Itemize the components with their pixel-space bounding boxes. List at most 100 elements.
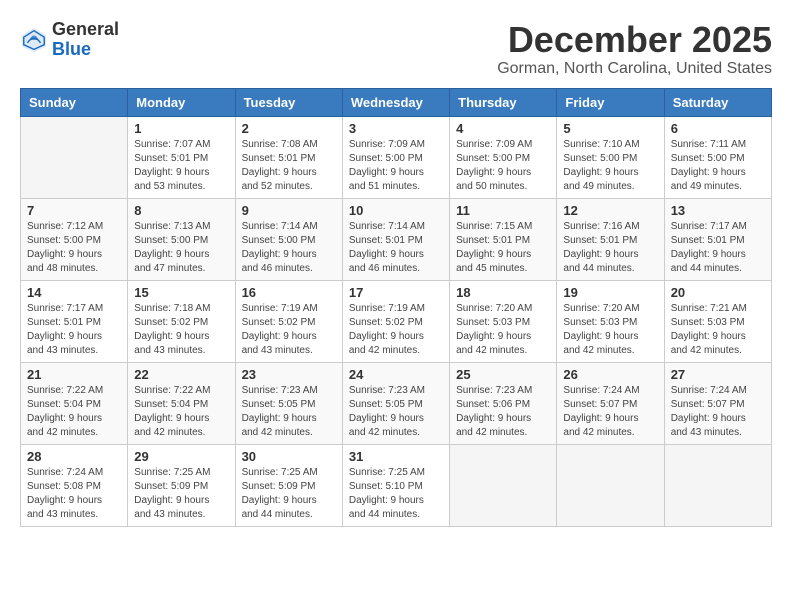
day-info: Sunrise: 7:24 AM Sunset: 5:08 PM Dayligh… [27, 466, 121, 522]
day-cell-25: 25 Sunrise: 7:23 AM Sunset: 5:06 PM Dayli… [450, 362, 557, 444]
week-row-3: 14Sunrise: 7:17 AM Sunset: 5:01 PM Dayli… [21, 280, 772, 362]
logo-blue: Blue [52, 40, 119, 60]
day-cell-30: 30 Sunrise: 7:25 AM Sunset: 5:09 PM Dayli… [235, 444, 342, 526]
empty-cell [21, 116, 128, 198]
day-cell-10: 10Sunrise: 7:14 AM Sunset: 5:01 PM Dayli… [342, 198, 449, 280]
day-cell-1: 1Sunrise: 7:07 AM Sunset: 5:01 PM Daylig… [128, 116, 235, 198]
day-info: Sunrise: 7:23 AM Sunset: 5:05 PM Dayligh… [242, 384, 336, 440]
day-cell-3: 3 Sunrise: 7:09 AM Sunset: 5:00 PM Daylig… [342, 116, 449, 198]
day-cell-19: 19 Sunrise: 7:20 AM Sunset: 5:03 PM Dayli… [557, 280, 664, 362]
day-info: Sunrise: 7:15 AM Sunset: 5:01 PM Dayligh… [456, 220, 550, 276]
day-info: Sunrise: 7:25 AM Sunset: 5:09 PM Dayligh… [242, 466, 336, 522]
day-info: Sunrise: 7:24 AM Sunset: 5:07 PM Dayligh… [671, 384, 765, 440]
day-number: 16 [242, 285, 336, 300]
day-number: 13 [671, 203, 765, 218]
day-number: 25 [456, 367, 550, 382]
day-cell-17: 17 Sunrise: 7:19 AM Sunset: 5:02 PM Dayli… [342, 280, 449, 362]
day-info: Sunrise: 7:08 AM Sunset: 5:01 PM Dayligh… [242, 138, 336, 194]
day-number: 30 [242, 449, 336, 464]
day-cell-22: 22 Sunrise: 7:22 AM Sunset: 5:04 PM Dayli… [128, 362, 235, 444]
day-info: Sunrise: 7:24 AM Sunset: 5:07 PM Dayligh… [563, 384, 657, 440]
day-info: Sunrise: 7:20 AM Sunset: 5:03 PM Dayligh… [456, 302, 550, 358]
title-block: December 2025 Gorman, North Carolina, Un… [497, 20, 772, 78]
logo-text: General Blue [52, 20, 119, 60]
week-row-1: 1Sunrise: 7:07 AM Sunset: 5:01 PM Daylig… [21, 116, 772, 198]
day-info: Sunrise: 7:09 AM Sunset: 5:00 PM Dayligh… [456, 138, 550, 194]
day-info: Sunrise: 7:22 AM Sunset: 5:04 PM Dayligh… [27, 384, 121, 440]
weekday-header-row: SundayMondayTuesdayWednesdayThursdayFrid… [21, 88, 772, 116]
day-number: 15 [134, 285, 228, 300]
day-number: 28 [27, 449, 121, 464]
day-number: 2 [242, 121, 336, 136]
day-cell-4: 4 Sunrise: 7:09 AM Sunset: 5:00 PM Daylig… [450, 116, 557, 198]
weekday-header-sunday: Sunday [21, 88, 128, 116]
day-info: Sunrise: 7:23 AM Sunset: 5:06 PM Dayligh… [456, 384, 550, 440]
day-cell-14: 14Sunrise: 7:17 AM Sunset: 5:01 PM Dayli… [21, 280, 128, 362]
day-info: Sunrise: 7:09 AM Sunset: 5:00 PM Dayligh… [349, 138, 443, 194]
day-info: Sunrise: 7:25 AM Sunset: 5:09 PM Dayligh… [134, 466, 228, 522]
day-cell-18: 18Sunrise: 7:20 AM Sunset: 5:03 PM Dayli… [450, 280, 557, 362]
weekday-header-monday: Monday [128, 88, 235, 116]
day-cell-29: 29 Sunrise: 7:25 AM Sunset: 5:09 PM Dayli… [128, 444, 235, 526]
day-number: 19 [563, 285, 657, 300]
day-cell-28: 28 Sunrise: 7:24 AM Sunset: 5:08 PM Dayli… [21, 444, 128, 526]
day-number: 22 [134, 367, 228, 382]
day-info: Sunrise: 7:22 AM Sunset: 5:04 PM Dayligh… [134, 384, 228, 440]
day-number: 6 [671, 121, 765, 136]
day-cell-27: 27Sunrise: 7:24 AM Sunset: 5:07 PM Dayli… [664, 362, 771, 444]
weekday-header-wednesday: Wednesday [342, 88, 449, 116]
day-number: 10 [349, 203, 443, 218]
day-cell-8: 8Sunrise: 7:13 AM Sunset: 5:00 PM Daylig… [128, 198, 235, 280]
day-info: Sunrise: 7:17 AM Sunset: 5:01 PM Dayligh… [27, 302, 121, 358]
day-cell-7: 7 Sunrise: 7:12 AM Sunset: 5:00 PM Daylig… [21, 198, 128, 280]
month-title: December 2025 [497, 20, 772, 60]
weekday-header-saturday: Saturday [664, 88, 771, 116]
day-cell-26: 26 Sunrise: 7:24 AM Sunset: 5:07 PM Dayli… [557, 362, 664, 444]
day-info: Sunrise: 7:12 AM Sunset: 5:00 PM Dayligh… [27, 220, 121, 276]
day-number: 21 [27, 367, 121, 382]
day-cell-2: 2 Sunrise: 7:08 AM Sunset: 5:01 PM Daylig… [235, 116, 342, 198]
week-row-5: 28 Sunrise: 7:24 AM Sunset: 5:08 PM Dayli… [21, 444, 772, 526]
day-number: 9 [242, 203, 336, 218]
day-number: 17 [349, 285, 443, 300]
day-cell-21: 21 Sunrise: 7:22 AM Sunset: 5:04 PM Dayli… [21, 362, 128, 444]
day-number: 12 [563, 203, 657, 218]
logo: General Blue [20, 20, 119, 60]
day-number: 7 [27, 203, 121, 218]
empty-cell [557, 444, 664, 526]
day-number: 1 [134, 121, 228, 136]
day-number: 3 [349, 121, 443, 136]
day-cell-15: 15 Sunrise: 7:18 AM Sunset: 5:02 PM Dayli… [128, 280, 235, 362]
day-cell-23: 23Sunrise: 7:23 AM Sunset: 5:05 PM Dayli… [235, 362, 342, 444]
day-info: Sunrise: 7:11 AM Sunset: 5:00 PM Dayligh… [671, 138, 765, 194]
day-cell-24: 24Sunrise: 7:23 AM Sunset: 5:05 PM Dayli… [342, 362, 449, 444]
week-row-4: 21 Sunrise: 7:22 AM Sunset: 5:04 PM Dayli… [21, 362, 772, 444]
day-cell-20: 20Sunrise: 7:21 AM Sunset: 5:03 PM Dayli… [664, 280, 771, 362]
weekday-header-tuesday: Tuesday [235, 88, 342, 116]
day-number: 29 [134, 449, 228, 464]
week-row-2: 7 Sunrise: 7:12 AM Sunset: 5:00 PM Daylig… [21, 198, 772, 280]
day-cell-11: 11 Sunrise: 7:15 AM Sunset: 5:01 PM Dayli… [450, 198, 557, 280]
day-cell-12: 12 Sunrise: 7:16 AM Sunset: 5:01 PM Dayli… [557, 198, 664, 280]
day-info: Sunrise: 7:14 AM Sunset: 5:00 PM Dayligh… [242, 220, 336, 276]
day-cell-5: 5 Sunrise: 7:10 AM Sunset: 5:00 PM Daylig… [557, 116, 664, 198]
day-number: 8 [134, 203, 228, 218]
weekday-header-friday: Friday [557, 88, 664, 116]
day-info: Sunrise: 7:16 AM Sunset: 5:01 PM Dayligh… [563, 220, 657, 276]
day-number: 11 [456, 203, 550, 218]
day-info: Sunrise: 7:19 AM Sunset: 5:02 PM Dayligh… [349, 302, 443, 358]
page-header: General Blue December 2025 Gorman, North… [20, 20, 772, 78]
day-info: Sunrise: 7:25 AM Sunset: 5:10 PM Dayligh… [349, 466, 443, 522]
day-info: Sunrise: 7:10 AM Sunset: 5:00 PM Dayligh… [563, 138, 657, 194]
day-info: Sunrise: 7:20 AM Sunset: 5:03 PM Dayligh… [563, 302, 657, 358]
day-number: 26 [563, 367, 657, 382]
day-number: 24 [349, 367, 443, 382]
day-info: Sunrise: 7:18 AM Sunset: 5:02 PM Dayligh… [134, 302, 228, 358]
day-cell-16: 16 Sunrise: 7:19 AM Sunset: 5:02 PM Dayli… [235, 280, 342, 362]
day-number: 4 [456, 121, 550, 136]
day-info: Sunrise: 7:19 AM Sunset: 5:02 PM Dayligh… [242, 302, 336, 358]
empty-cell [450, 444, 557, 526]
day-number: 5 [563, 121, 657, 136]
logo-icon [20, 26, 48, 54]
day-cell-13: 13Sunrise: 7:17 AM Sunset: 5:01 PM Dayli… [664, 198, 771, 280]
